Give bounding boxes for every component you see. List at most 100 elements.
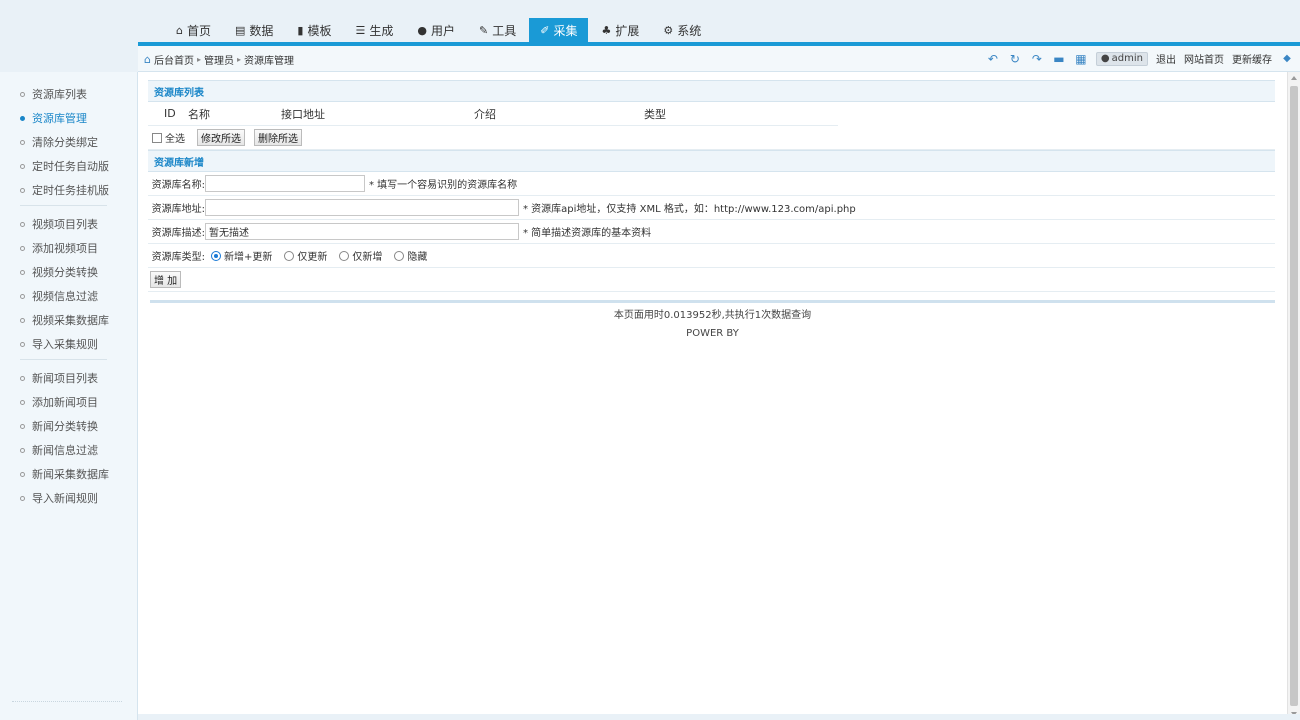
save-icon[interactable]: ▬ [1052,52,1066,66]
divider [20,205,107,206]
tab-label: 扩展 [615,23,640,38]
url-row: 资源库地址: * 资源库api地址，仅支持 XML 格式，如：http://ww… [148,196,1275,220]
chevron-right-icon: ▸ [196,55,201,64]
url-input[interactable] [205,199,519,216]
back-icon[interactable]: ↶ [986,52,1000,66]
breadcrumb-item[interactable]: 管理员 [204,52,234,67]
sidebar-item[interactable]: 添加视频项目 [0,236,137,260]
sidebar-item-label: 定时任务自动版 [32,160,109,173]
tab-label: 数据 [249,23,274,38]
desc-input[interactable]: 暂无描述 [205,223,519,240]
logo-area [0,0,138,72]
breadcrumb-item[interactable]: 后台首页 [154,52,194,67]
wrench-icon: ✎ [479,23,489,37]
sidebar-item[interactable]: 新闻项目列表 [0,366,137,390]
sidebar-item[interactable]: 视频信息过滤 [0,284,137,308]
sidebar-item[interactable]: 定时任务挂机版 [0,178,137,202]
tab-label: 首页 [186,23,211,38]
tab-extend[interactable]: ♣ 扩展 [590,18,650,42]
tab-tools[interactable]: ✎ 工具 [468,18,527,42]
sidebar-item[interactable]: 视频采集数据库 [0,308,137,332]
batch-actions: 全选 修改所选 删除所选 [148,126,1275,150]
bullet-icon [20,375,25,381]
tab-collect[interactable]: ✐ 采集 [529,18,589,42]
bullet-icon [20,245,25,251]
sidebar-item-label: 新闻采集数据库 [32,468,109,481]
name-row: 资源库名称: * 填写一个容易识别的资源库名称 [148,172,1275,196]
user-badge[interactable]: ● admin [1095,51,1148,66]
add-button[interactable]: 增 加 [150,271,182,288]
sidebar-group: 新闻项目列表 添加新闻项目 新闻分类转换 新闻信息过滤 新闻采集数据库 导入新闻… [0,364,137,510]
vertical-scrollbar[interactable] [1287,72,1300,720]
refresh-icon[interactable]: ↻ [1008,52,1022,66]
scroll-thumb[interactable] [1290,86,1298,706]
calculator-icon[interactable]: ▦ [1074,52,1088,66]
desc-hint: * 简单描述资源库的基本资料 [523,228,652,239]
url-hint: * 资源库api地址，仅支持 XML 格式，如：http://www.123.c… [523,204,856,215]
column-header: 接口地址 [281,107,325,121]
bullet-icon [20,317,25,323]
sidebar-item[interactable]: 导入新闻规则 [0,486,137,510]
gear-icon: ⚙ [663,23,674,37]
edit-selected-button[interactable]: 修改所选 [197,129,245,146]
sidebar-item[interactable]: 视频分类转换 [0,260,137,284]
sidebar-item[interactable]: 资源库管理 [0,106,137,130]
type-radio-option[interactable]: 隐藏 [394,248,427,263]
breadcrumb: ⌂ 后台首页 ▸ 管理员 ▸ 资源库管理 [144,52,294,67]
sidebar-item-label: 添加视频项目 [32,242,98,255]
sidebar-item[interactable]: 导入采集规则 [0,332,137,356]
tab-data[interactable]: ▤ 数据 [224,18,284,42]
tab-template[interactable]: ▮ 模板 [286,18,342,42]
bullet-icon [20,341,25,347]
bullet-icon [20,115,25,121]
sidebar-item-label: 定时任务挂机版 [32,184,109,197]
tab-generate[interactable]: ☰ 生成 [345,18,405,42]
column-header: ID [164,107,176,120]
radio-icon [339,250,350,261]
tab-user[interactable]: ● 用户 [406,18,466,42]
sidebar-item[interactable]: 定时任务自动版 [0,154,137,178]
footer-divider [150,300,1275,303]
edit-icon: ✐ [540,23,550,37]
sidebar-group: 视频项目列表 添加视频项目 视频分类转换 视频信息过滤 视频采集数据库 导入采集… [0,210,137,356]
sidebar-item-label: 新闻项目列表 [32,372,98,385]
radio-selected-icon [211,250,221,261]
delete-selected-button[interactable]: 删除所选 [254,129,302,146]
sidebar-item[interactable]: 新闻分类转换 [0,414,137,438]
type-radio-option[interactable]: 仅更新 [284,248,327,263]
sidebar-item-label: 视频项目列表 [32,218,98,231]
select-all-checkbox[interactable] [152,132,162,143]
sidebar-item-label: 导入采集规则 [32,338,98,351]
bullet-icon [20,447,25,453]
sidebar-item[interactable]: 新闻信息过滤 [0,438,137,462]
radio-icon [284,250,295,261]
sidebar-item[interactable]: 视频项目列表 [0,212,137,236]
bullet-icon [20,221,25,227]
page-footer: 本页面用时0.013952秒,共执行1次数据查询 POWER BY [150,307,1275,343]
tab-system[interactable]: ⚙ 系统 [652,18,712,42]
sidebar-item-label: 视频信息过滤 [32,290,98,303]
sidebar-item[interactable]: 清除分类绑定 [0,130,137,154]
toggle-panel-icon[interactable]: ◆ [1280,52,1294,66]
name-input[interactable] [205,175,365,192]
type-radio-option[interactable]: 新增+更新 [211,248,272,263]
type-radio-option[interactable]: 仅新增 [339,248,382,263]
site-home-link[interactable]: 网站首页 [1184,51,1224,66]
tab-label: 系统 [677,23,702,38]
sidebar-item-label: 资源库管理 [32,112,87,125]
scroll-up-icon[interactable] [1291,76,1297,80]
tab-label: 生成 [369,23,394,38]
bullet-icon [20,187,25,193]
update-cache-link[interactable]: 更新缓存 [1232,51,1272,66]
forward-icon[interactable]: ↷ [1030,52,1044,66]
logout-link[interactable]: 退出 [1156,51,1176,66]
type-label: 资源库类型: [151,252,205,263]
table-header: ID 名称 接口地址 介绍 类型 [148,102,838,126]
sidebar-item[interactable]: 添加新闻项目 [0,390,137,414]
sidebar-item[interactable]: 新闻采集数据库 [0,462,137,486]
sidebar-item-label: 视频分类转换 [32,266,98,279]
sidebar-item-label: 导入新闻规则 [32,492,98,505]
column-header: 介绍 [474,107,496,121]
sidebar-item[interactable]: 资源库列表 [0,82,137,106]
tab-home[interactable]: ⌂ 首页 [165,18,222,42]
